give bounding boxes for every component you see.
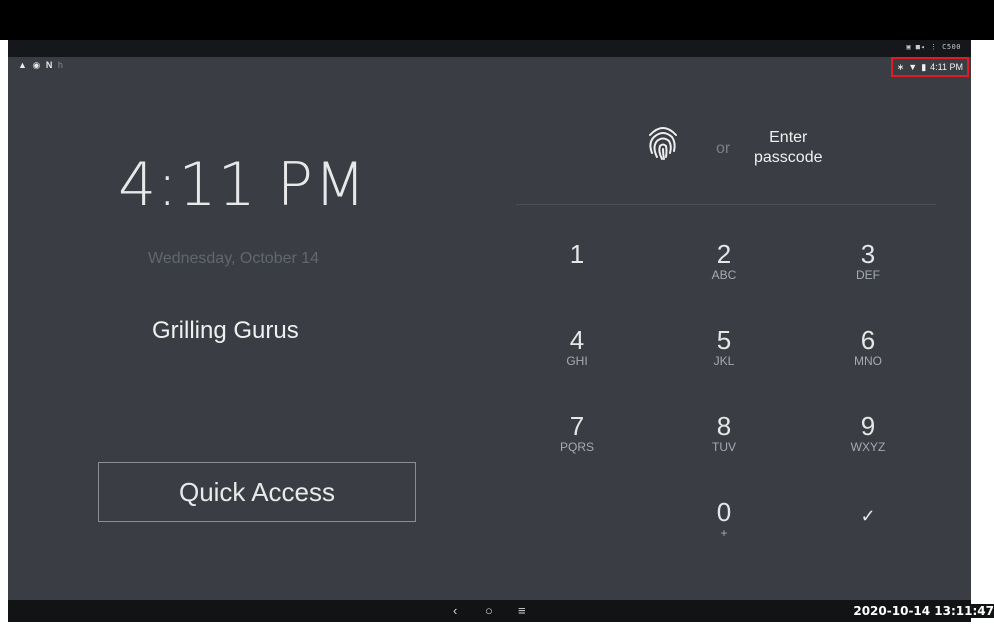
key-5[interactable]: 5 JKL (684, 326, 764, 368)
recording-timestamp: 2020-10-14 13:11:47 (853, 604, 994, 618)
lock-clock: 4:11 PM (118, 150, 367, 220)
key-letters: MNO (854, 354, 882, 368)
recents-button[interactable]: ≡ (518, 603, 526, 619)
checkmark-icon: ✓ (860, 506, 876, 526)
key-6[interactable]: 6 MNO (828, 326, 908, 368)
key-digit: 6 (860, 325, 876, 355)
key-letters: GHI (566, 354, 588, 368)
status-right-highlighted: ∗ ▼ ▮ 4:11 PM (890, 57, 969, 77)
bluetooth-icon: ∗ (896, 62, 905, 72)
bottom-white-bar (0, 622, 994, 630)
notification-icon: ◉ (32, 60, 41, 70)
key-letters: JKL (713, 354, 735, 368)
back-button[interactable]: ‹ (453, 603, 457, 619)
top-black-bar (0, 0, 994, 40)
key-2[interactable]: 2 ABC (684, 240, 764, 282)
enter-passcode-label: Enter passcode (754, 128, 823, 168)
fingerprint-icon[interactable] (646, 123, 680, 161)
wifi-icon: ▼ (908, 62, 918, 72)
status-time: 4:11 PM (930, 62, 963, 72)
key-letters: TUV (712, 440, 736, 454)
device-strip: ▣ ■◂ ⋮ C500 (8, 40, 971, 57)
device-screen: ▣ ■◂ ⋮ C500 ▲ ◉ N h ∗ ▼ ▮ 4:11 PM 4:11 P… (8, 40, 971, 600)
key-8[interactable]: 8 TUV (684, 412, 764, 454)
key-letters: ABC (711, 268, 737, 282)
key-digit: 1 (569, 239, 585, 269)
camera-icon: ▣ (906, 43, 912, 51)
key-letters: PQRS (559, 440, 594, 454)
key-digit: 4 (569, 325, 585, 355)
video-icon: ■◂ (915, 43, 926, 51)
key-letters: DEF (856, 268, 880, 282)
key-digit: 3 (860, 239, 876, 269)
device-model: C500 (942, 43, 961, 51)
enter-passcode-line2: passcode (754, 149, 823, 166)
key-letters: + (720, 526, 728, 540)
key-9[interactable]: 9 WXYZ (828, 412, 908, 454)
key-0[interactable]: 0 + (684, 498, 764, 540)
key-4[interactable]: 4 GHI (537, 326, 617, 368)
device-strip-right: ▣ ■◂ ⋮ C500 (906, 43, 961, 51)
key-digit: 9 (860, 411, 876, 441)
passcode-divider (516, 204, 936, 205)
lock-date: Wednesday, October 14 (148, 250, 320, 267)
organization-name: Grilling Gurus (152, 317, 299, 344)
key-digit: 8 (716, 411, 732, 441)
or-label: or (716, 140, 731, 157)
warning-icon: ▲ (18, 60, 27, 70)
menu-dots-icon: ⋮ (929, 43, 938, 51)
small-icon: h (57, 60, 63, 70)
key-1[interactable]: 1 (537, 240, 617, 268)
notification-icons: ▲ ◉ N h (18, 60, 66, 71)
n-icon: N (45, 60, 53, 70)
status-bar: ▲ ◉ N h ∗ ▼ ▮ 4:11 PM (8, 57, 971, 77)
key-3[interactable]: 3 DEF (828, 240, 908, 282)
key-7[interactable]: 7 PQRS (537, 412, 617, 454)
quick-access-button[interactable]: Quick Access (98, 462, 416, 522)
enter-passcode-line1: Enter (769, 129, 808, 146)
key-digit: 5 (716, 325, 732, 355)
key-digit: 7 (569, 411, 585, 441)
key-letters: WXYZ (850, 440, 886, 454)
navigation-bar: ‹ ○ ≡ (8, 600, 971, 622)
key-digit: 2 (716, 239, 732, 269)
battery-icon: ▮ (921, 62, 927, 72)
home-button[interactable]: ○ (485, 603, 493, 619)
confirm-key[interactable]: ✓ (828, 502, 908, 530)
key-digit: 0 (716, 497, 732, 527)
